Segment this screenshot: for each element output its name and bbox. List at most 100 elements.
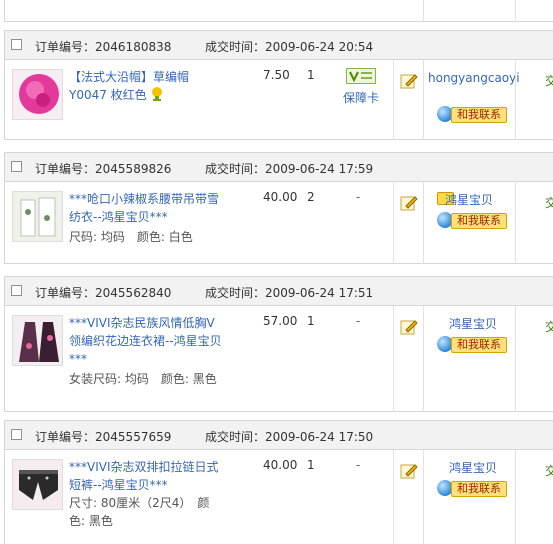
product-attributes: 尺寸: 80厘米（2尺4） 颜色: 黑色: [69, 496, 210, 528]
product-title[interactable]: ***VIVI杂志民族风情低胸V领编织花边连衣裙--鸿星宝贝***: [69, 314, 225, 368]
previous-order-fragment: [4, 0, 553, 22]
order-number: 订单编号：2045589826: [35, 160, 171, 177]
column-divider: [393, 306, 394, 412]
contact-seller[interactable]: 和我联系: [437, 212, 509, 229]
protect-card-label[interactable]: 保障卡: [341, 89, 381, 106]
column-divider: [515, 306, 516, 412]
order-header: 订单编号：2046180838 成交时间：2009-06-24 20:54: [5, 31, 553, 60]
quantity: 1: [307, 68, 315, 82]
deal-time: 成交时间：2009-06-24 20:54: [205, 38, 373, 55]
contact-button[interactable]: 和我联系: [451, 337, 507, 353]
product-title[interactable]: ***呛口小辣椒系腰带吊带雪纺衣--鸿星宝贝***: [69, 190, 225, 226]
seller-name[interactable]: 鸿星宝贝: [428, 316, 518, 332]
seller-name[interactable]: hongyangcaoyi: [428, 70, 520, 86]
edit-memo-icon[interactable]: [400, 462, 418, 480]
order-header: 订单编号：2045557659 成交时间：2009-06-24 17:50: [5, 421, 553, 450]
column-divider: [393, 182, 394, 264]
contact-seller[interactable]: 和我联系: [437, 480, 509, 497]
product-attributes: 女装尺码: 均码 颜色: 黑色: [69, 372, 217, 386]
contact-seller[interactable]: 和我联系: [437, 106, 509, 123]
product-attributes: 尺码: 均码 颜色: 白色: [69, 230, 193, 244]
seller-name[interactable]: 鸿星宝贝: [445, 192, 515, 208]
quantity: 1: [307, 314, 315, 328]
edit-memo-icon[interactable]: [400, 194, 418, 212]
column-divider: [515, 60, 516, 140]
order-select-checkbox[interactable]: [11, 161, 22, 172]
column-divider: [423, 306, 424, 412]
column-divider: [423, 182, 424, 264]
order-select-checkbox[interactable]: [11, 39, 22, 50]
trade-status[interactable]: 交: [545, 194, 553, 211]
contact-button[interactable]: 和我联系: [451, 481, 507, 497]
deal-time: 成交时间：2009-06-24 17:50: [205, 428, 373, 445]
order-number: 订单编号：2045562840: [35, 284, 171, 301]
protect-card-empty: -: [356, 314, 361, 328]
trade-status[interactable]: 交: [545, 72, 553, 89]
order-header: 订单编号：2045589826 成交时间：2009-06-24 17:59: [5, 153, 553, 182]
column-divider: [515, 182, 516, 264]
order-number-value: 2045589826: [95, 162, 172, 176]
protect-card-empty: -: [356, 458, 361, 472]
trade-status[interactable]: 交: [545, 318, 553, 335]
product-title[interactable]: 【法式大沿帽】草编帽Y0047 枚红色: [69, 70, 189, 102]
order-number-value: 2045562840: [95, 286, 172, 300]
product-thumbnail[interactable]: [12, 459, 63, 510]
deal-time-label: 成交时间：: [205, 162, 266, 176]
contact-button[interactable]: 和我联系: [451, 213, 507, 229]
column-divider: [423, 450, 424, 544]
order-header: 订单编号：2045562840 成交时间：2009-06-24 17:51: [5, 277, 553, 306]
deal-time-value: 2009-06-24 17:59: [265, 162, 374, 176]
order-number-label: 订单编号：: [35, 430, 96, 444]
deal-time: 成交时间：2009-06-24 17:59: [205, 160, 373, 177]
order-number: 订单编号：2045557659: [35, 428, 171, 445]
deal-time-label: 成交时间：: [205, 286, 266, 300]
edit-memo-icon[interactable]: [400, 318, 418, 336]
protect-card[interactable]: 保障卡: [341, 68, 381, 106]
order-body: ***VIVI杂志双排扣拉链日式短裤--鸿星宝贝*** 尺寸: 80厘米（2尺4…: [5, 450, 553, 544]
deal-time: 成交时间：2009-06-24 17:51: [205, 284, 373, 301]
order-number-value: 2045557659: [95, 430, 172, 444]
order-number: 订单编号：2046180838: [35, 38, 171, 55]
column-divider: [515, 450, 516, 544]
contact-seller[interactable]: 和我联系: [437, 336, 509, 353]
order-number-label: 订单编号：: [35, 40, 96, 54]
quantity: 1: [307, 458, 315, 472]
unit-price: 40.00: [263, 190, 298, 204]
order-card: 订单编号：2046180838 成交时间：2009-06-24 20:54 【法…: [4, 30, 553, 140]
edit-memo-icon[interactable]: [400, 72, 418, 90]
product-title[interactable]: ***VIVI杂志双排扣拉链日式短裤--鸿星宝贝***: [69, 458, 225, 494]
deal-time-value: 2009-06-24 17:50: [265, 430, 374, 444]
deal-time-label: 成交时间：: [205, 40, 266, 54]
product-title-link[interactable]: 【法式大沿帽】草编帽Y0047 枚红色: [69, 68, 225, 104]
deal-time-value: 2009-06-24 20:54: [265, 40, 374, 54]
product-thumbnail[interactable]: [12, 315, 63, 366]
quantity: 2: [307, 190, 315, 204]
order-body: ***呛口小辣椒系腰带吊带雪纺衣--鸿星宝贝*** 尺码: 均码 颜色: 白色 …: [5, 182, 553, 264]
product-thumbnail[interactable]: [12, 191, 63, 242]
unit-price: 7.50: [263, 68, 290, 82]
blouse-image: [13, 192, 62, 241]
product-thumbnail[interactable]: [12, 69, 63, 120]
contact-button[interactable]: 和我联系: [451, 107, 507, 123]
unit-price: 57.00: [263, 314, 298, 328]
column-divider: [423, 0, 424, 22]
seller-name[interactable]: 鸿星宝贝: [428, 460, 518, 476]
order-list: 订单编号：2046180838 成交时间：2009-06-24 20:54 【法…: [0, 0, 553, 544]
column-divider: [393, 60, 394, 140]
trade-status[interactable]: 交: [545, 462, 553, 479]
column-divider: [515, 0, 516, 22]
protect-card-icon: [346, 68, 376, 84]
unit-price: 40.00: [263, 458, 298, 472]
order-number-label: 订单编号：: [35, 162, 96, 176]
order-card: 订单编号：2045562840 成交时间：2009-06-24 17:51 **…: [4, 276, 553, 412]
trophy-icon: [151, 87, 162, 101]
order-number-value: 2046180838: [95, 40, 172, 54]
order-select-checkbox[interactable]: [11, 285, 22, 296]
protect-card-empty: -: [356, 190, 361, 204]
order-number-label: 订单编号：: [35, 286, 96, 300]
order-select-checkbox[interactable]: [11, 429, 22, 440]
order-body: 【法式大沿帽】草编帽Y0047 枚红色 7.50 1 保障卡 hongyangc…: [5, 60, 553, 140]
dress-image: [13, 316, 62, 365]
deal-time-value: 2009-06-24 17:51: [265, 286, 374, 300]
order-body: ***VIVI杂志民族风情低胸V领编织花边连衣裙--鸿星宝贝*** 女装尺码: …: [5, 306, 553, 412]
